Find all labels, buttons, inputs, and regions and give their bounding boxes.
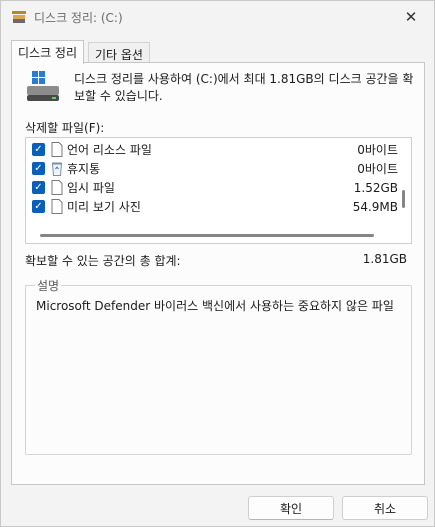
file-icon [51, 142, 63, 157]
file-checkbox[interactable]: ✓ [32, 200, 45, 213]
list-item[interactable]: ✓ 언어 리소스 파일 0바이트 [26, 140, 398, 159]
file-size: 0바이트 [357, 162, 398, 176]
total-space-label: 확보할 수 있는 공간의 총 합계: [25, 254, 181, 268]
file-checkbox[interactable]: ✓ [32, 143, 45, 156]
file-size: 0바이트 [357, 143, 398, 157]
ok-button[interactable]: 확인 [248, 496, 334, 520]
list-item[interactable]: ✓ 휴지통 0바이트 [26, 159, 398, 178]
file-size: 1.52GB [353, 180, 398, 195]
window-title: 디스크 정리: (C:) [34, 11, 123, 25]
disk-cleanup-window: 디스크 정리: (C:) ✕ 디스크 정리 기타 옵션 디스크 정리를 사용하여… [0, 0, 435, 527]
recycle-bin-icon [51, 162, 63, 176]
description-text: Microsoft Defender 바이러스 백신에서 사용하는 중요하지 않… [36, 299, 394, 313]
list-item[interactable]: ✓ 미리 보기 사진 54.9MB [26, 197, 398, 216]
total-space-value: 1.81GB [362, 252, 407, 266]
file-name: 휴지통 [67, 162, 101, 176]
tab-panel: 디스크 정리를 사용하여 (C:)에서 최대 1.81GB의 디스크 공간을 확… [11, 62, 425, 485]
list-item[interactable]: ✓ 임시 파일 1.52GB [26, 178, 398, 197]
file-size: 54.9MB [352, 199, 398, 214]
description-title: 설명 [35, 277, 62, 294]
file-icon [51, 180, 63, 195]
file-name: 언어 리소스 파일 [67, 143, 152, 157]
close-icon: ✕ [404, 8, 418, 26]
tab-disk-cleanup[interactable]: 디스크 정리 [11, 40, 85, 64]
file-name: 임시 파일 [67, 181, 115, 195]
file-icon [51, 199, 63, 214]
files-list[interactable]: ✓ 언어 리소스 파일 0바이트 ✓ 휴지통 0바이트 ✓ 임시 파일 1.52… [25, 137, 412, 244]
close-button[interactable]: ✕ [388, 1, 434, 33]
horizontal-scrollbar[interactable] [40, 234, 374, 237]
cancel-button[interactable]: 취소 [342, 496, 428, 520]
disk-cleanup-icon [12, 11, 26, 23]
drive-icon [27, 71, 59, 101]
file-checkbox[interactable]: ✓ [32, 181, 45, 194]
intro-text: 디스크 정리를 사용하여 (C:)에서 최대 1.81GB의 디스크 공간을 확… [74, 72, 414, 103]
vertical-scrollbar[interactable] [402, 190, 405, 208]
description-group: 설명 Microsoft Defender 바이러스 백신에서 사용하는 중요하… [25, 277, 412, 455]
files-to-delete-label: 삭제할 파일(F): [25, 121, 105, 135]
tab-more-options[interactable]: 기타 옵션 [88, 42, 150, 62]
file-name: 미리 보기 사진 [67, 200, 141, 214]
file-checkbox[interactable]: ✓ [32, 162, 45, 175]
title-bar: 디스크 정리: (C:) ✕ [1, 1, 434, 33]
